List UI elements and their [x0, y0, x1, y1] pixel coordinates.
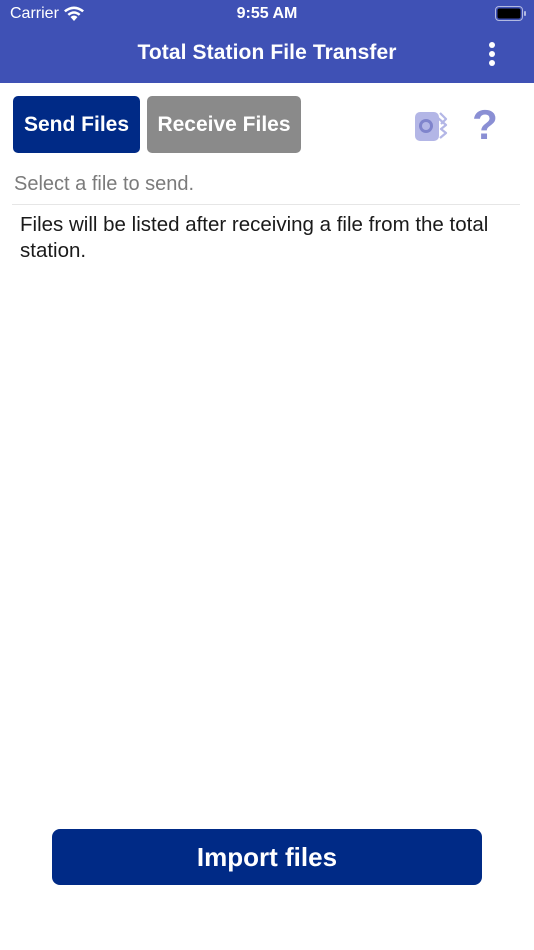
- battery-icon: [495, 6, 526, 21]
- more-vertical-icon[interactable]: [482, 41, 502, 67]
- help-icon[interactable]: ?: [466, 102, 504, 148]
- app-header: Carrier 9:55 AM Total Station File Trans…: [0, 0, 534, 83]
- import-files-button[interactable]: Import files: [52, 829, 482, 885]
- divider: [12, 204, 520, 205]
- status-time: 9:55 AM: [236, 5, 298, 22]
- bluetooth-device-icon[interactable]: [412, 108, 450, 144]
- status-bar: Carrier 9:55 AM: [0, 0, 534, 28]
- empty-file-list-message: Files will be listed after receiving a f…: [20, 213, 489, 262]
- receive-files-button[interactable]: Receive Files: [147, 96, 301, 153]
- send-files-button[interactable]: Send Files: [13, 96, 140, 153]
- page-title: Total Station File Transfer: [137, 41, 397, 64]
- select-file-prompt: Select a file to send.: [14, 173, 195, 195]
